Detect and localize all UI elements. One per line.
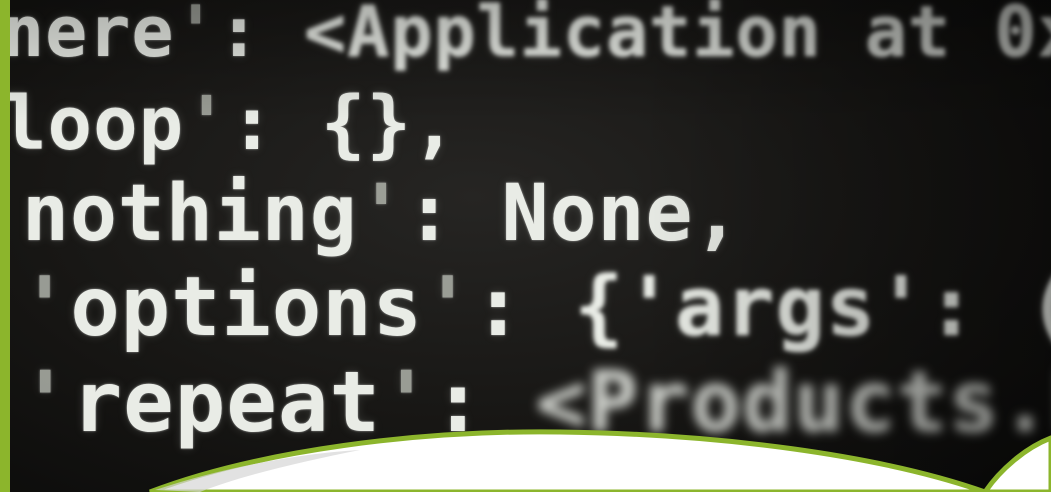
code-sep: : [217, 0, 305, 73]
quote-mark: ' [422, 260, 474, 355]
code-line: nere': <Application at 0x [2, 0, 1051, 78]
quote-mark: ' [381, 353, 433, 451]
code-line: 'options': {'args': ()}, [20, 262, 1051, 354]
code-value: {'args': ()}, [574, 260, 1051, 355]
code-key: loop [2, 81, 185, 167]
code-sep: : [405, 169, 502, 259]
code-key: nere [2, 0, 175, 73]
code-line: loop': {}, [2, 78, 458, 170]
code-line: 'repeat': <Products.PageT [20, 356, 1051, 448]
code-value: <Application at 0x [304, 0, 1051, 73]
code-photo: nere': <Application at 0x loop': {}, not… [0, 0, 1051, 492]
quote-mark: ' [20, 353, 72, 451]
code-line: nothing': None, [22, 168, 741, 260]
code-key: nothing [22, 169, 358, 259]
quote-mark: ' [20, 260, 71, 355]
green-accent-strip [0, 0, 10, 492]
code-key: repeat [71, 353, 382, 451]
quote-mark: ' [174, 0, 218, 73]
quote-mark: ' [184, 81, 230, 167]
code-value: <Products.PageT [535, 353, 1051, 451]
quote-mark: ' [357, 169, 406, 259]
code-key: options [70, 260, 423, 355]
code-value: None, [501, 169, 742, 259]
code-sep: : [229, 81, 321, 167]
code-sep: : [432, 353, 536, 451]
code-value: {}, [320, 81, 458, 167]
code-block: nere': <Application at 0x loop': {}, not… [0, 0, 1051, 492]
code-sep: : [473, 260, 575, 355]
